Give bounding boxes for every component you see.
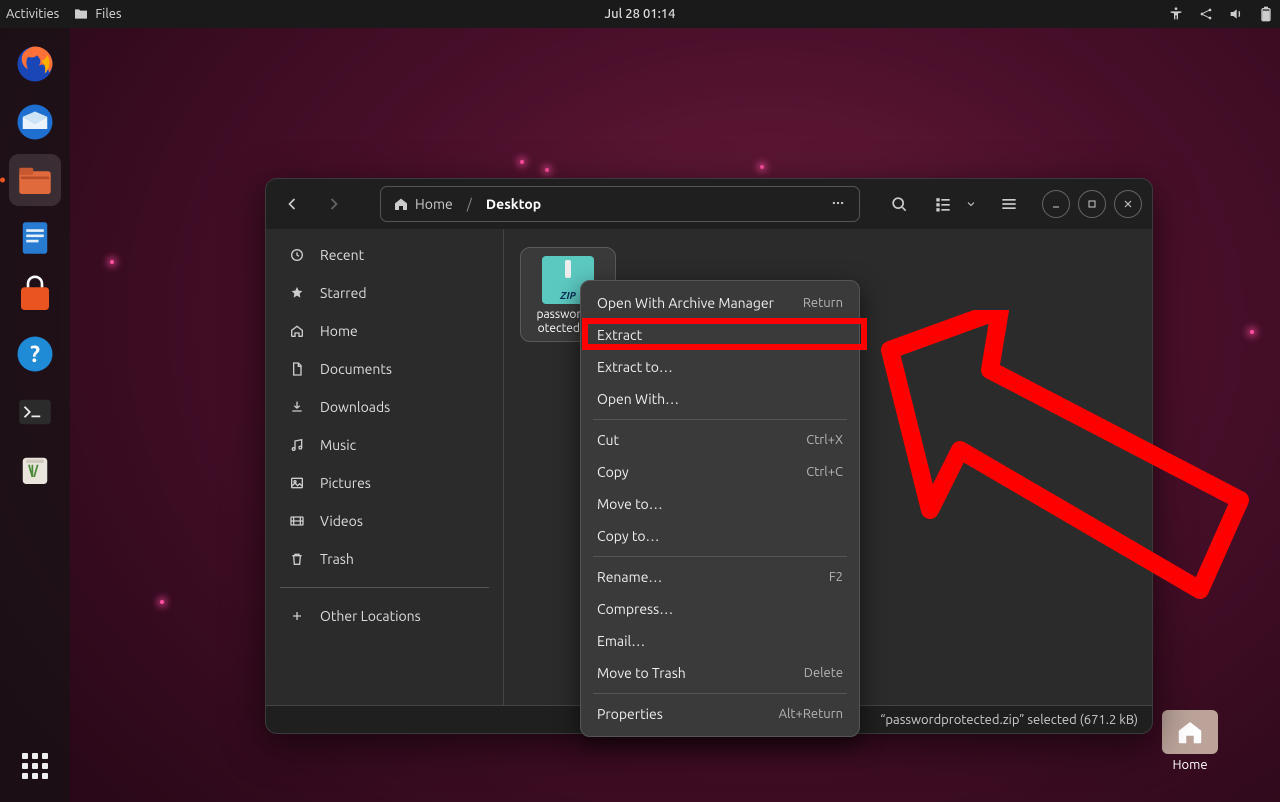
menu-extract[interactable]: Extract [581, 319, 859, 351]
sidebar-item-starred[interactable]: Starred [280, 275, 489, 311]
music-icon [288, 437, 306, 453]
download-icon [288, 399, 306, 415]
document-icon [288, 361, 306, 377]
sidebar-item-documents[interactable]: Documents [280, 351, 489, 387]
sidebar-item-music[interactable]: Music [280, 427, 489, 463]
sidebar-item-label: Recent [320, 247, 364, 263]
sidebar-item-label: Home [320, 323, 358, 339]
video-icon [288, 513, 306, 529]
dock-software[interactable] [9, 270, 61, 322]
menu-rename[interactable]: Rename… F2 [581, 561, 859, 593]
view-switcher[interactable] [926, 187, 982, 221]
sidebar-item-home[interactable]: Home [280, 313, 489, 349]
sidebar-item-videos[interactable]: Videos [280, 503, 489, 539]
svg-text:?: ? [30, 342, 40, 367]
sidebar-item-downloads[interactable]: Downloads [280, 389, 489, 425]
breadcrumb-home[interactable]: Home [387, 194, 459, 214]
trash-icon [288, 551, 306, 567]
menu-move-to-trash[interactable]: Move to Trash Delete [581, 657, 859, 689]
zip-badge: ZIP [560, 290, 576, 304]
show-applications-button[interactable] [13, 744, 57, 788]
plus-icon [288, 608, 306, 624]
menu-cut[interactable]: Cut Ctrl+X [581, 424, 859, 456]
sidebar-item-label: Downloads [320, 399, 390, 415]
breadcrumb-current[interactable]: Desktop [480, 194, 547, 214]
home-icon [288, 323, 306, 339]
dock-thunderbird[interactable] [9, 96, 61, 148]
pathbar[interactable]: Home / Desktop [380, 186, 860, 222]
activities-button[interactable]: Activities [6, 7, 59, 21]
accessibility-icon[interactable] [1168, 6, 1184, 22]
sidebar-item-recent[interactable]: Recent [280, 237, 489, 273]
app-menu-label: Files [95, 7, 121, 21]
app-menu[interactable]: Files [73, 6, 121, 22]
volume-icon[interactable] [1228, 6, 1244, 22]
sidebar-divider [280, 587, 489, 588]
dock-trash[interactable] [9, 444, 61, 496]
dock-help[interactable]: ? [9, 328, 61, 380]
search-icon [889, 194, 909, 214]
close-button[interactable] [1114, 190, 1142, 218]
menu-properties[interactable]: Properties Alt+Return [581, 698, 859, 730]
home-icon [393, 196, 409, 212]
context-menu: Open With Archive Manager Return Extract… [580, 280, 860, 737]
star-icon [288, 285, 306, 301]
dock-firefox[interactable] [9, 38, 61, 90]
dock: ? [0, 28, 70, 802]
titlebar: Home / Desktop [266, 179, 1152, 229]
sidebar: Recent Starred Home Documents Downloads … [266, 229, 504, 705]
sidebar-item-label: Trash [320, 551, 354, 567]
menu-divider [593, 419, 847, 420]
menu-email[interactable]: Email… [581, 625, 859, 657]
nav-forward-button[interactable] [318, 188, 350, 220]
desktop-home-icon[interactable]: Home [1150, 710, 1230, 772]
pathbar-menu-button[interactable] [823, 194, 853, 215]
top-bar: Activities Files Jul 28 01:14 [0, 0, 1280, 28]
maximize-button[interactable] [1078, 190, 1106, 218]
dock-writer[interactable] [9, 212, 61, 264]
minimize-button[interactable] [1042, 190, 1070, 218]
clock-icon [288, 247, 306, 263]
folder-icon [73, 6, 89, 22]
statusbar-text: “passwordprotected.zip” selected (671.2 … [880, 713, 1138, 727]
sidebar-item-label: Starred [320, 285, 367, 301]
menu-open-with-archive-manager[interactable]: Open With Archive Manager Return [581, 287, 859, 319]
menu-divider [593, 693, 847, 694]
sidebar-item-trash[interactable]: Trash [280, 541, 489, 577]
menu-divider [593, 556, 847, 557]
sidebar-item-other-locations[interactable]: Other Locations [280, 598, 489, 634]
menu-open-with[interactable]: Open With… [581, 383, 859, 415]
sidebar-item-label: Videos [320, 513, 363, 529]
nav-back-button[interactable] [276, 188, 308, 220]
clock[interactable]: Jul 28 01:14 [605, 7, 676, 21]
battery-icon[interactable] [1258, 6, 1274, 22]
sidebar-item-label: Documents [320, 361, 392, 377]
sidebar-item-label: Other Locations [320, 608, 421, 624]
menu-extract-to[interactable]: Extract to… [581, 351, 859, 383]
sidebar-item-label: Pictures [320, 475, 371, 491]
network-icon[interactable] [1198, 6, 1214, 22]
dock-files[interactable] [9, 154, 61, 206]
desktop-home-label: Home [1172, 758, 1207, 772]
dock-terminal[interactable] [9, 386, 61, 438]
menu-copy-to[interactable]: Copy to… [581, 520, 859, 552]
hamburger-icon [999, 194, 1019, 214]
home-folder-icon [1162, 710, 1218, 754]
view-dropdown-button[interactable] [960, 187, 982, 221]
sidebar-item-pictures[interactable]: Pictures [280, 465, 489, 501]
menu-move-to[interactable]: Move to… [581, 488, 859, 520]
breadcrumb-separator: / [467, 196, 472, 212]
list-view-button[interactable] [926, 187, 960, 221]
search-button[interactable] [882, 187, 916, 221]
menu-copy[interactable]: Copy Ctrl+C [581, 456, 859, 488]
sidebar-item-label: Music [320, 437, 356, 453]
picture-icon [288, 475, 306, 491]
menu-compress[interactable]: Compress… [581, 593, 859, 625]
hamburger-button[interactable] [992, 187, 1026, 221]
breadcrumb-home-label: Home [415, 196, 453, 212]
chevron-down-icon [965, 198, 977, 210]
